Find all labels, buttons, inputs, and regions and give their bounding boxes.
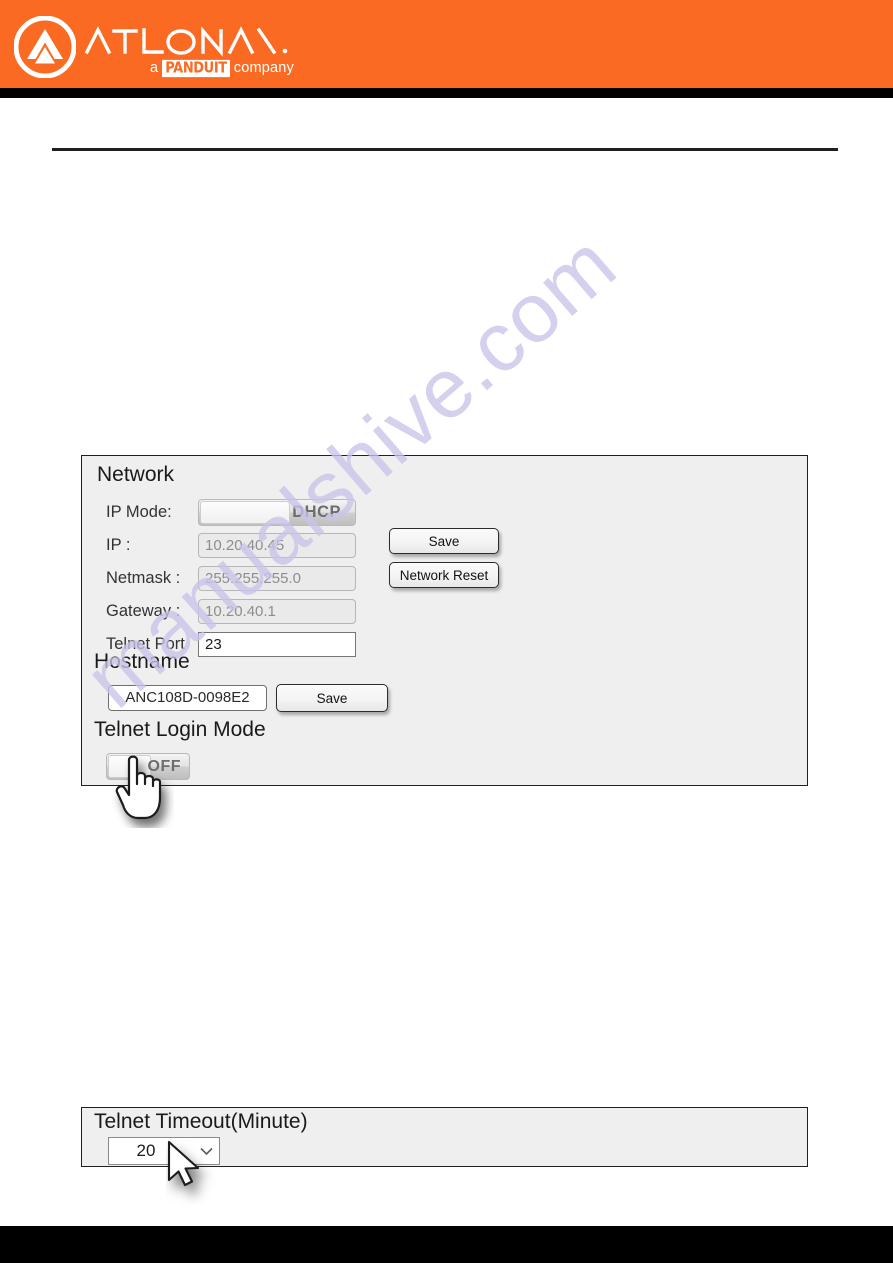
atlona-brand-logo: a PANDUIT company [14,16,294,78]
telnet-timeout-selected-value: 20 [136,1141,156,1160]
telnet-login-mode-title: Telnet Login Mode [94,718,266,741]
save-hostname-button[interactable]: Save [276,684,388,712]
telnet-port-input[interactable]: 23 [198,632,356,657]
ip-address-input[interactable]: 10.20.40.45 [198,533,356,558]
ip-mode-row: IP Mode: DHCP [106,496,356,529]
ip-mode-toggle-knob [200,501,290,524]
network-field-rows: IP Mode: DHCP IP : 10.20.40.45 Netmask :… [106,496,356,661]
tagline-suffix: company [233,60,294,76]
atlona-wordmark-block: a PANDUIT company [84,16,294,77]
ip-address-label: IP : [106,536,131,554]
tagline-prefix: a [149,60,159,76]
document-page: a PANDUIT company manualshive.com Networ… [0,0,893,1263]
footer-black-band [0,1226,893,1263]
ip-mode-label: IP Mode: [106,503,172,521]
hostname-input[interactable]: ANC108D-0098E2 [108,685,267,711]
network-section-title: Network [97,463,175,486]
telnet-login-toggle-label: OFF [147,757,181,775]
atlona-tagline: a PANDUIT company [84,59,294,77]
netmask-input[interactable]: 255.255.255.0 [198,566,356,591]
chevron-down-icon [193,1147,219,1156]
atlona-wordmark [84,26,288,57]
save-network-button[interactable]: Save [389,528,499,554]
netmask-label: Netmask : [106,569,181,587]
header-black-bar [0,88,893,98]
panduit-logo-text: PANDUIT [162,59,230,77]
section-divider-rule [52,148,838,151]
ip-mode-toggle-label: DHCP [292,503,341,521]
network-reset-button[interactable]: Network Reset [389,562,499,588]
ip-mode-toggle[interactable]: DHCP [198,499,356,526]
hostname-section-title: Hostname [94,650,190,673]
gateway-row: Gateway : 10.20.40.1 [106,595,356,628]
gateway-label: Gateway : [106,602,181,620]
telnet-timeout-title: Telnet Timeout(Minute) [94,1110,308,1133]
netmask-row: Netmask : 255.255.255.0 [106,562,356,595]
telnet-login-mode-toggle[interactable]: OFF [106,753,190,780]
atlona-logo-icon [14,16,76,78]
gateway-input[interactable]: 10.20.40.1 [198,599,356,624]
ip-address-row: IP : 10.20.40.45 [106,529,356,562]
telnet-login-toggle-knob [108,755,151,778]
telnet-timeout-select[interactable]: 20 [108,1137,220,1165]
